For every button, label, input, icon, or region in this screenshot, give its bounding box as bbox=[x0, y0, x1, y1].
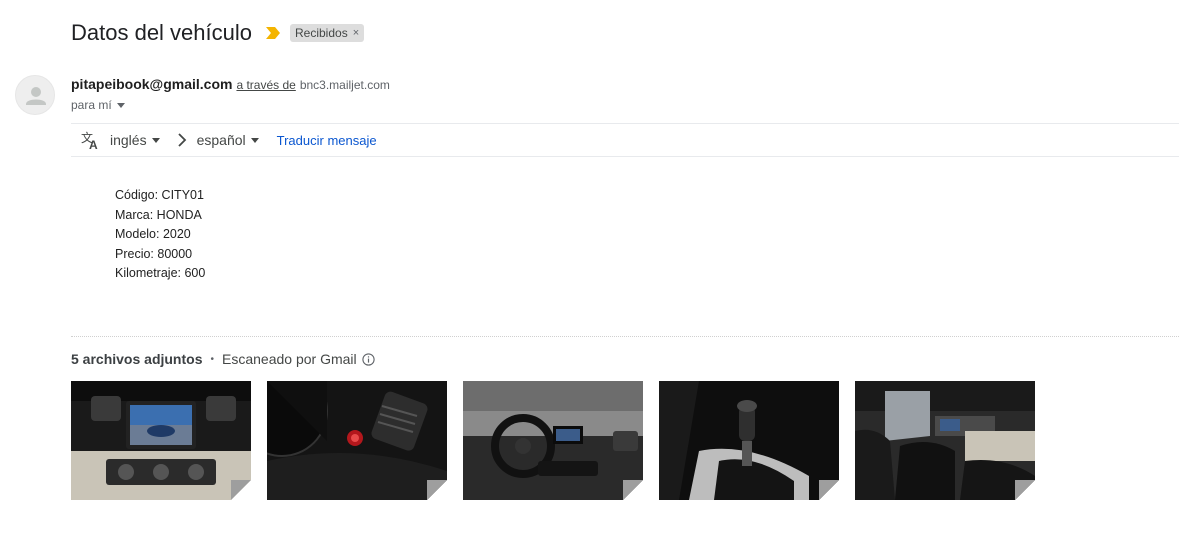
chevron-down-icon bbox=[151, 137, 160, 143]
attachment-thumbnail[interactable] bbox=[855, 381, 1035, 500]
label-chip-inbox: Recibidos × bbox=[290, 24, 365, 42]
page-fold-icon bbox=[623, 480, 643, 500]
dashboard-screen-thumbnail-image bbox=[71, 381, 251, 500]
page-fold-icon bbox=[231, 480, 251, 500]
scanned-label: Escaneado por Gmail bbox=[222, 351, 357, 367]
attachment-thumbnail[interactable] bbox=[71, 381, 251, 500]
chevron-right-icon bbox=[177, 133, 186, 147]
via-link[interactable]: a través de bbox=[236, 78, 295, 92]
attachment-thumbnail[interactable] bbox=[659, 381, 839, 500]
steering-wheel-thumbnail-image bbox=[463, 381, 643, 500]
body-line-brand: Marca: HONDA bbox=[115, 207, 202, 222]
sender-email[interactable]: pitapeibook@gmail.com bbox=[71, 76, 232, 92]
target-language-label: español bbox=[196, 132, 246, 148]
translate-icon: 文 A bbox=[81, 130, 98, 150]
info-icon[interactable] bbox=[361, 352, 375, 366]
sender-avatar[interactable] bbox=[15, 75, 55, 115]
page-fold-icon bbox=[819, 480, 839, 500]
via-domain: bnc3.mailjet.com bbox=[299, 78, 390, 92]
remove-label-icon[interactable]: × bbox=[353, 27, 359, 39]
attachment-thumbnail[interactable] bbox=[463, 381, 643, 500]
subject-row: Datos del vehículo Recibidos × bbox=[71, 18, 365, 48]
translate-bar: 文 A inglés español Traducir mensaje bbox=[71, 123, 1179, 157]
label-chip-text: Recibidos bbox=[295, 26, 348, 40]
body-line-price: Precio: 80000 bbox=[115, 246, 193, 261]
instrument-cluster-thumbnail-image bbox=[267, 381, 447, 500]
default-avatar-icon bbox=[26, 87, 46, 105]
page-fold-icon bbox=[427, 480, 447, 500]
chevron-down-icon bbox=[250, 137, 259, 143]
attachments-divider bbox=[71, 336, 1179, 337]
separator-dot: • bbox=[210, 353, 214, 365]
sender-row: pitapeibook@gmail.com a través de bnc3.m… bbox=[71, 76, 390, 92]
chevron-down-icon bbox=[116, 102, 125, 108]
attachments-count: 5 archivos adjuntos bbox=[71, 351, 203, 367]
translate-message-link[interactable]: Traducir mensaje bbox=[277, 133, 377, 148]
attachments-header: 5 archivos adjuntos • Escaneado por Gmai… bbox=[71, 351, 375, 367]
recipient-text: para mí bbox=[71, 98, 112, 112]
gear-shifter-thumbnail-image bbox=[659, 381, 839, 500]
attachment-thumbnails bbox=[71, 381, 1051, 500]
importance-marker-icon[interactable] bbox=[266, 27, 280, 39]
body-line-model: Modelo: 2020 bbox=[115, 227, 191, 241]
source-language-label: inglés bbox=[110, 132, 147, 148]
body-line-code: Código: CITY01 bbox=[115, 188, 204, 202]
svg-text:A: A bbox=[89, 138, 98, 150]
seats-interior-thumbnail-image bbox=[855, 381, 1035, 500]
body-line-mileage: Kilometraje: 600 bbox=[115, 266, 206, 280]
email-body: Código: CITY01 Marca: HONDA Modelo: 2020… bbox=[115, 186, 205, 284]
target-language-dropdown[interactable]: español bbox=[197, 132, 259, 148]
recipient-dropdown[interactable]: para mí bbox=[71, 98, 125, 112]
page-fold-icon bbox=[1015, 480, 1035, 500]
email-subject: Datos del vehículo bbox=[71, 20, 252, 45]
source-language-dropdown[interactable]: inglés bbox=[110, 132, 160, 148]
attachment-thumbnail[interactable] bbox=[267, 381, 447, 500]
